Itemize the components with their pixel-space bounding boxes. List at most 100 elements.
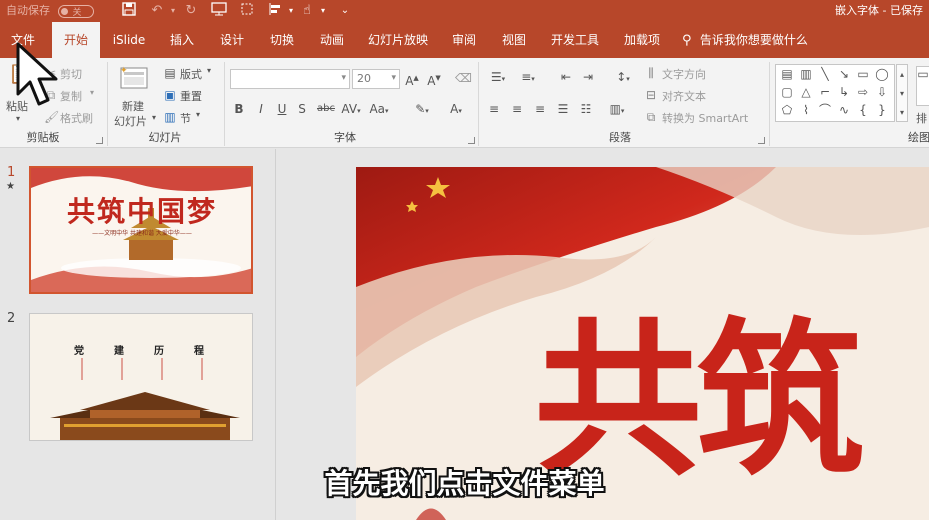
down-arrow-shape-icon[interactable]: ⇩ — [873, 84, 891, 100]
grow-font-icon[interactable]: A▲ — [405, 71, 419, 88]
slide-thumbnail-2[interactable]: 党 建 历 程 — [29, 313, 253, 441]
justify-icon[interactable]: ☰ — [556, 102, 570, 116]
layout-dropdown-icon[interactable]: ▾ — [207, 66, 211, 75]
clipboard-group-label: 剪贴板 — [26, 131, 60, 144]
curve-shape-icon[interactable]: ⌒ — [816, 102, 834, 118]
cut-label[interactable]: 剪切 — [60, 66, 82, 82]
shadow-icon[interactable]: S — [296, 102, 308, 116]
align-text-button[interactable]: 对齐文本 — [662, 88, 706, 104]
underline-icon[interactable]: U — [276, 102, 288, 116]
slide-thumbnail-1[interactable]: 共筑中国梦 ——文明中华 共建和谐 大爱中华—— — [29, 166, 253, 294]
font-launcher-icon[interactable] — [468, 137, 475, 144]
font-size-combo[interactable]: 20 ▾ — [352, 69, 400, 89]
save-icon[interactable] — [120, 2, 138, 20]
tab-slideshow[interactable]: 幻灯片放映 — [362, 22, 434, 58]
new-slide-label-2[interactable]: 幻灯片 — [114, 113, 147, 129]
present-from-start-icon[interactable] — [210, 2, 228, 20]
right-brace-shape-icon[interactable]: } — [873, 102, 891, 118]
new-slide-label-1[interactable]: 新建 — [122, 98, 144, 114]
italic-icon[interactable]: I — [255, 102, 267, 116]
vertical-textbox-shape-icon[interactable]: ▥ — [797, 66, 815, 82]
align-left-icon[interactable]: ≡ — [487, 102, 501, 116]
columns-icon[interactable]: ▥▾ — [606, 102, 628, 118]
numbering-icon[interactable]: ≡▾ — [517, 70, 539, 86]
distributed-icon[interactable]: ☷ — [579, 102, 593, 116]
elbow-arrow-shape-icon[interactable]: ↳ — [835, 84, 853, 100]
decrease-indent-icon[interactable]: ⇤ — [558, 70, 574, 84]
svg-text:✦: ✦ — [120, 66, 128, 76]
line-shape-icon[interactable]: ╲ — [816, 66, 834, 82]
autosave[interactable]: 自动保存 关 — [6, 3, 94, 19]
rounded-rect-shape-icon[interactable]: ▢ — [778, 84, 796, 100]
char-spacing-icon[interactable]: AV▾ — [340, 102, 362, 118]
convert-smartart-button[interactable]: 转换为 SmartArt — [662, 110, 748, 126]
shapes-scroll-icon[interactable]: ▴ ▾ ▾ — [896, 64, 908, 122]
left-brace-shape-icon[interactable]: { — [854, 102, 872, 118]
autosave-label: 自动保存 — [6, 4, 50, 17]
paragraph-launcher-icon[interactable] — [758, 137, 765, 144]
layout-button[interactable]: 版式 — [180, 66, 202, 82]
redo-icon[interactable]: ↻ — [182, 2, 200, 20]
new-slide-dropdown-icon[interactable]: ▾ — [152, 113, 156, 122]
paste-dropdown-icon[interactable]: ▾ — [16, 114, 20, 123]
tab-insert[interactable]: 插入 — [160, 22, 204, 58]
strikethrough-icon[interactable]: abc — [316, 102, 336, 116]
triangle-shape-icon[interactable]: △ — [797, 84, 815, 100]
tab-islide[interactable]: iSlide — [106, 22, 152, 58]
slide-number: 2 — [7, 311, 16, 326]
tab-design[interactable]: 设计 — [210, 22, 254, 58]
shapes-gallery[interactable]: ▤ ▥ ╲ ↘ ▭ ◯ ▢ △ ⌐ ↳ ⇨ ⇩ ⬠ ⌇ ⌒ ∿ { } — [775, 64, 895, 122]
tab-review[interactable]: 审阅 — [442, 22, 486, 58]
freeform-shape-icon[interactable]: ⌇ — [797, 102, 815, 118]
tab-developer[interactable]: 开发工具 — [544, 22, 606, 58]
customize-qat-icon[interactable]: ⌄ — [336, 2, 354, 20]
elbow-connector-shape-icon[interactable]: ⌐ — [816, 84, 834, 100]
arrange-button[interactable]: 排 — [916, 110, 927, 126]
format-painter-label[interactable]: 格式刷 — [60, 110, 93, 126]
autosave-toggle[interactable]: 关 — [57, 4, 94, 18]
slides-group-label: 幻灯片 — [148, 131, 182, 144]
touch-dropdown-icon[interactable]: ▾ — [314, 2, 332, 20]
highlight-icon[interactable]: ✎▾ — [411, 102, 433, 118]
oval-shape-icon[interactable]: ◯ — [873, 66, 891, 82]
clipboard-launcher-icon[interactable] — [96, 137, 103, 144]
copy-dropdown-icon[interactable]: ▾ — [90, 88, 94, 97]
section-dropdown-icon[interactable]: ▾ — [196, 110, 200, 119]
tab-animations[interactable]: 动画 — [310, 22, 354, 58]
scribble-shape-icon[interactable]: ∿ — [835, 102, 853, 118]
undo-dropdown-icon[interactable]: ▾ — [164, 2, 182, 20]
bold-icon[interactable]: B — [233, 102, 245, 116]
text-direction-button[interactable]: 文字方向 — [662, 66, 706, 82]
select-icon[interactable] — [238, 2, 256, 20]
increase-indent-icon[interactable]: ⇥ — [580, 70, 596, 84]
bullets-icon[interactable]: ☰▾ — [487, 70, 509, 86]
copy-label[interactable]: 复制 — [60, 88, 82, 104]
new-slide-icon[interactable]: ✦ — [118, 64, 150, 92]
tab-view[interactable]: 视图 — [492, 22, 536, 58]
arrow-line-shape-icon[interactable]: ↘ — [835, 66, 853, 82]
arrange-icon[interactable]: ▭ — [916, 66, 929, 106]
right-arrow-shape-icon[interactable]: ⇨ — [854, 84, 872, 100]
font-name-combo[interactable]: ▾ — [230, 69, 350, 89]
shrink-font-icon[interactable]: A▼ — [427, 71, 441, 88]
pentagon-shape-icon[interactable]: ⬠ — [778, 102, 796, 118]
align-right-icon[interactable]: ≡ — [533, 102, 547, 116]
tab-addins[interactable]: 加载项 — [616, 22, 668, 58]
textbox-shape-icon[interactable]: ▤ — [778, 66, 796, 82]
change-case-icon[interactable]: Aa▾ — [366, 102, 392, 118]
line-spacing-icon[interactable]: ↕▾ — [612, 70, 634, 86]
reset-button[interactable]: 重置 — [180, 88, 202, 104]
paragraph-group-label: 段落 — [609, 131, 631, 144]
section-button[interactable]: 节 — [180, 110, 191, 126]
clear-formatting-icon[interactable]: ⌫ — [455, 71, 472, 85]
tab-transitions[interactable]: 切换 — [260, 22, 304, 58]
section-icon: ▥ — [164, 110, 176, 124]
separator — [107, 62, 108, 146]
format-painter-icon: 🖌 — [44, 110, 60, 124]
ribbon-home: 📋 粘贴 ▾ ✂ 剪切 ⧉ 复制 ▾ 🖌 格式刷 剪贴板 ✦ 新建 幻灯片 ▾ … — [0, 58, 929, 148]
align-center-icon[interactable]: ≡ — [510, 102, 524, 116]
font-color-icon[interactable]: A▾ — [445, 102, 467, 118]
tell-me-box[interactable]: ⚲ 告诉我你想要做什么 — [682, 22, 822, 58]
animation-star-icon: ★ — [6, 181, 15, 192]
rectangle-shape-icon[interactable]: ▭ — [854, 66, 872, 82]
